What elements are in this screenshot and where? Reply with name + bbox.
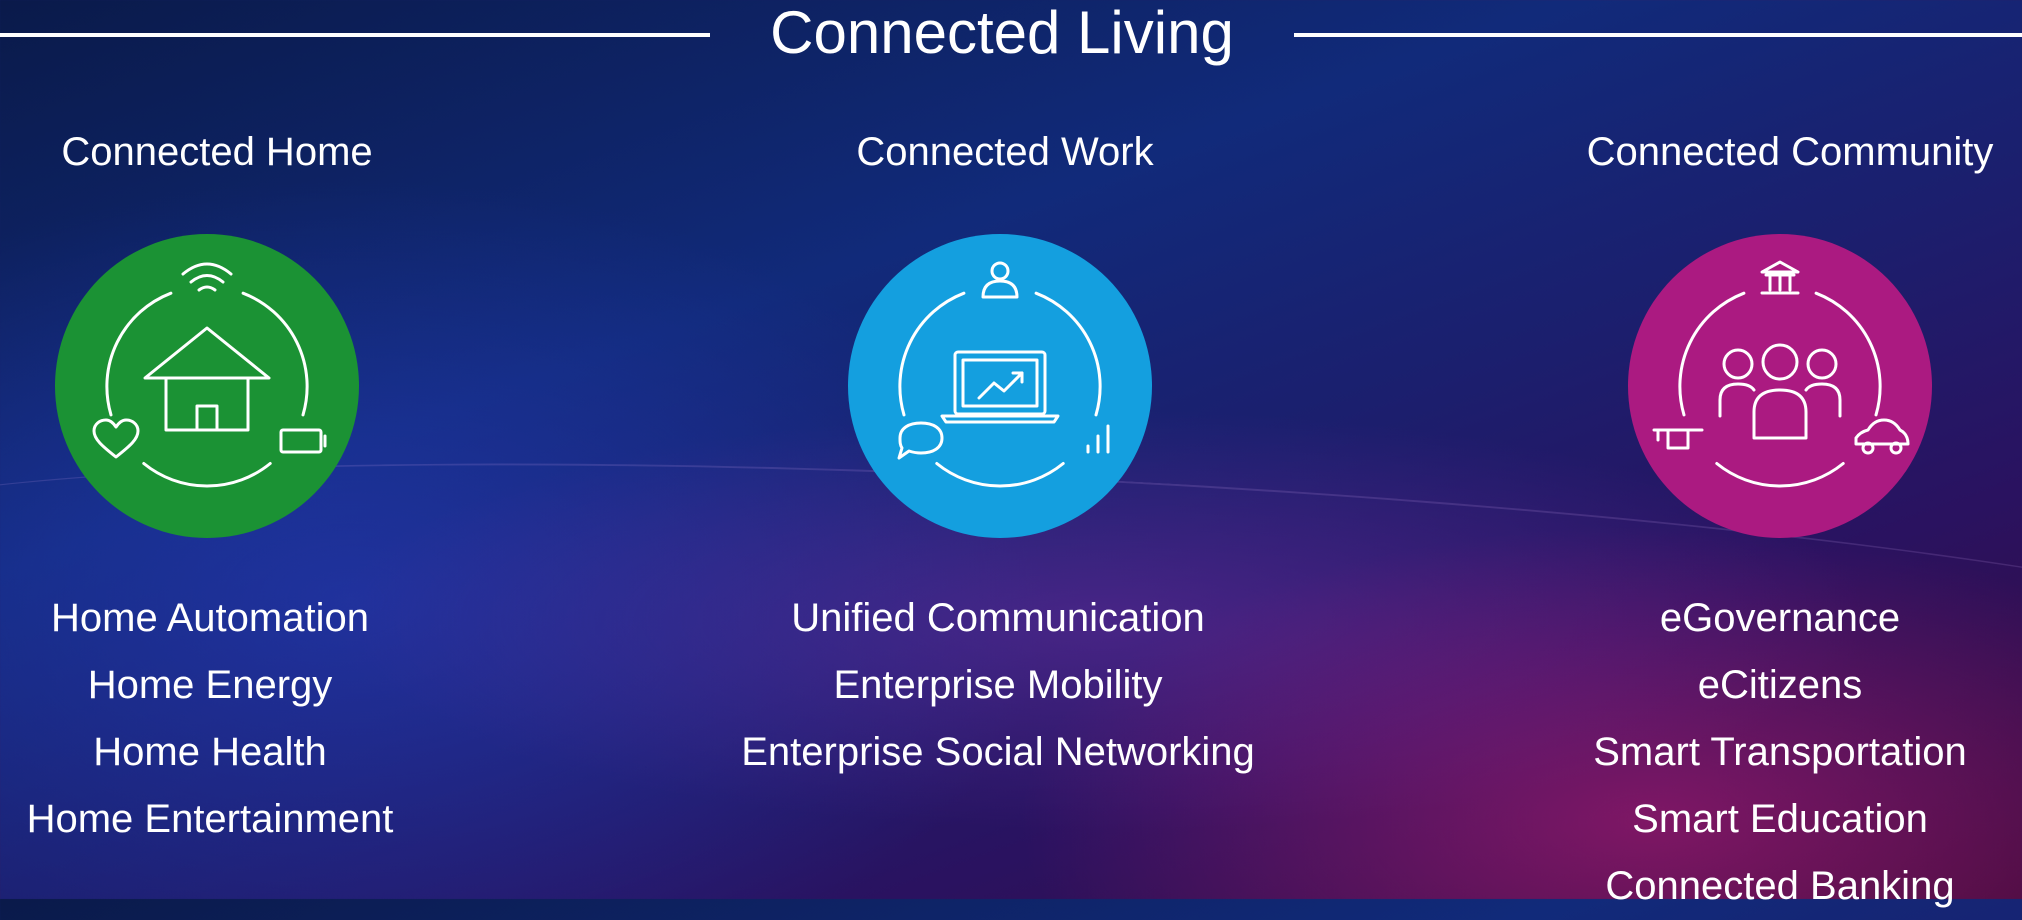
- chat-bubble-icon: [897, 421, 944, 460]
- list-item: Enterprise Mobility: [833, 663, 1163, 707]
- column-title-home: Connected Home: [61, 130, 373, 174]
- list-item: Smart Transportation: [1593, 730, 1967, 774]
- list-item: Home Entertainment: [26, 797, 394, 841]
- title-rule-right: [1294, 33, 2022, 37]
- list-item: Home Automation: [51, 596, 369, 640]
- person-icon: [981, 261, 1019, 299]
- signal-bars-icon: [1086, 424, 1110, 454]
- list-item: Smart Education: [1632, 797, 1928, 841]
- column-title-work: Connected Work: [856, 130, 1154, 174]
- people-group-icon: [1718, 343, 1842, 440]
- battery-icon: [279, 428, 327, 454]
- list-item: eCitizens: [1697, 663, 1863, 707]
- list-item: Home Energy: [87, 663, 333, 707]
- title-rule-left: [0, 33, 710, 37]
- connected-community-circle: [1628, 234, 1932, 538]
- government-building-icon: [1760, 260, 1800, 295]
- list-item: Enterprise Social Networking: [741, 730, 1255, 774]
- house-icon: [143, 326, 271, 432]
- connected-home-circle: [55, 234, 359, 538]
- list-item: eGovernance: [1659, 596, 1901, 640]
- heart-icon: [92, 418, 140, 459]
- graduation-cap-icon: [1652, 428, 1704, 450]
- page-title: Connected Living: [770, 0, 1234, 66]
- list-item: Connected Banking: [1605, 864, 1955, 908]
- connected-work-circle: [848, 234, 1152, 538]
- column-title-community: Connected Community: [1586, 130, 1994, 174]
- community-items-list: eGovernance eCitizens Smart Transportati…: [1530, 585, 2022, 920]
- list-item: Home Health: [93, 730, 327, 774]
- wifi-icon: [181, 262, 233, 292]
- list-item: Unified Communication: [791, 596, 1205, 640]
- car-icon: [1854, 418, 1910, 455]
- home-items-list: Home Automation Home Energy Home Health …: [5, 585, 415, 853]
- ring-arcs: [105, 291, 309, 488]
- work-items-list: Unified Communication Enterprise Mobilit…: [698, 585, 1298, 786]
- laptop-chart-icon: [940, 350, 1060, 424]
